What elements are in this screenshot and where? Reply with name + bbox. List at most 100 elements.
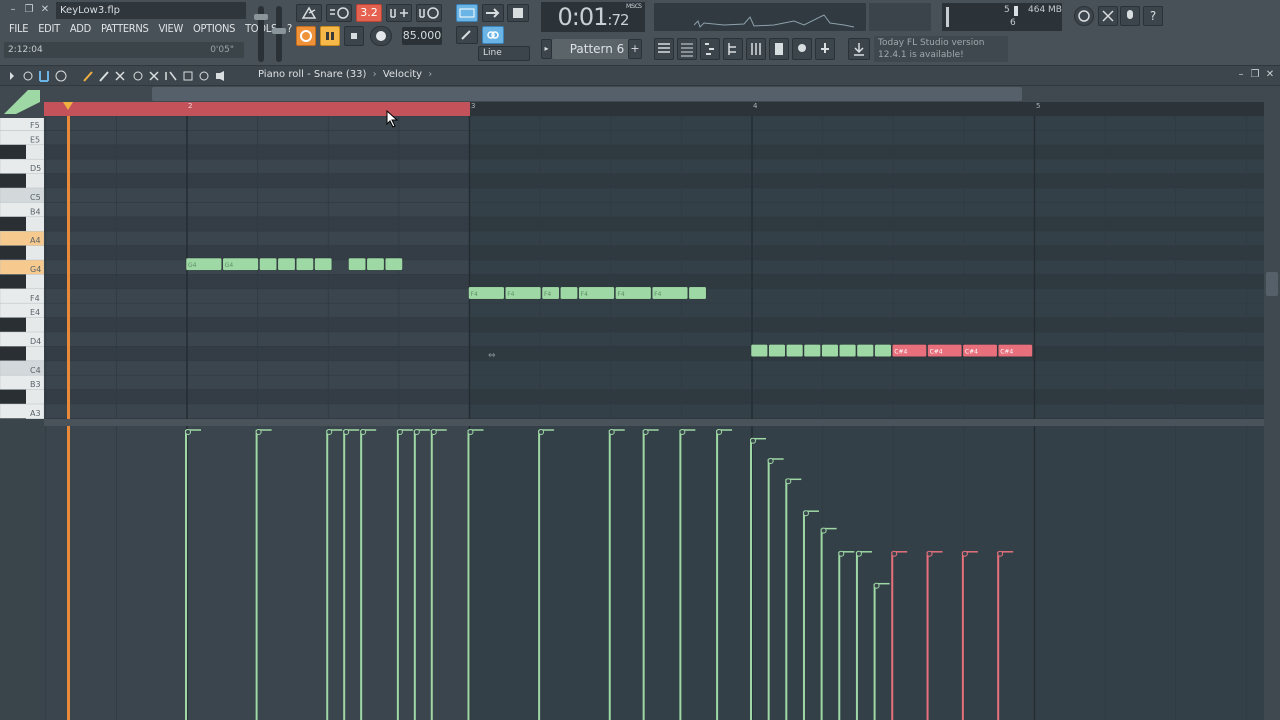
playhead-marker[interactable] [63, 102, 73, 110]
velocity-handle[interactable] [608, 429, 615, 435]
news-panel[interactable]: Today FL Studio version 12.4.1 is availa… [874, 36, 1008, 62]
velocity-handle[interactable] [642, 429, 649, 435]
velocity-handle[interactable] [855, 550, 862, 557]
menu-view[interactable]: VIEW [153, 21, 188, 37]
menu-add[interactable]: ADD [65, 21, 96, 37]
black-key[interactable] [0, 389, 26, 404]
blend-notes-button[interactable] [386, 4, 412, 22]
black-key[interactable] [0, 144, 26, 160]
cut-button[interactable] [1098, 6, 1118, 26]
stop-button[interactable] [344, 26, 364, 46]
tempo-tapper-button[interactable] [792, 38, 812, 60]
master-pitch-slider[interactable] [276, 6, 282, 62]
pencil-tool-icon[interactable] [83, 71, 93, 82]
velocity-handle[interactable] [873, 582, 880, 589]
vertical-scroll-thumb[interactable] [1266, 272, 1278, 296]
vertical-scrollbar[interactable] [1264, 86, 1280, 720]
song-position-display[interactable]: 0:01:72 M:S:CS [541, 2, 645, 32]
black-key[interactable] [0, 346, 26, 361]
loop-region[interactable] [44, 102, 470, 116]
restore-icon[interactable]: ❐ [22, 4, 36, 16]
pr-maximize-icon[interactable]: ❐ [1248, 69, 1262, 81]
velocity-handle[interactable] [997, 550, 1004, 557]
stamp-icon[interactable] [55, 70, 67, 82]
note-grid[interactable]: G4 G4 F4 F4 F4 F4 F4 F4 C#4 C#4 C#4 C#4 ⇔ [44, 116, 1264, 419]
note[interactable] [277, 257, 296, 271]
velocity-canvas[interactable] [44, 426, 1264, 720]
velocity-handle[interactable] [185, 429, 191, 435]
velocity-handle[interactable] [785, 478, 792, 485]
note[interactable] [348, 257, 367, 271]
zoom-corner[interactable] [0, 86, 44, 118]
paint-tool-icon[interactable] [99, 71, 109, 82]
black-key[interactable] [0, 245, 26, 260]
plugin-picker-button[interactable] [769, 38, 789, 60]
download-button[interactable] [848, 38, 870, 60]
pattern-song-toggle[interactable] [296, 26, 316, 46]
loop-record-button[interactable] [416, 4, 442, 22]
note[interactable] [821, 344, 839, 358]
velocity-handle[interactable] [802, 510, 809, 517]
menu-file[interactable]: FILE [4, 21, 33, 37]
piano-keys[interactable]: F5 E5 D5 C5 B4 A4 G4 F4 E4 D4 C4 B3 A3 [0, 118, 44, 419]
velocity-handle[interactable] [679, 429, 686, 435]
mixer-button[interactable] [746, 38, 766, 60]
multilink-button[interactable] [507, 4, 529, 22]
playlist-button[interactable] [654, 38, 674, 60]
note[interactable] [768, 344, 786, 358]
velocity-handle[interactable] [430, 429, 437, 435]
note[interactable] [839, 344, 857, 358]
note[interactable] [750, 344, 768, 358]
speaker-icon[interactable] [216, 71, 224, 81]
mute-tool-icon[interactable] [133, 71, 143, 81]
note[interactable] [803, 344, 821, 358]
target-param[interactable]: Velocity [383, 69, 422, 80]
velocity-handle[interactable] [255, 429, 262, 435]
countdown-button[interactable]: 3.2 [356, 4, 382, 22]
note[interactable] [856, 344, 874, 358]
undo-button[interactable] [1074, 6, 1094, 26]
pr-close-icon[interactable]: ✕ [1263, 69, 1277, 81]
tempo-display[interactable]: 85.000 [402, 27, 442, 45]
note[interactable] [384, 257, 403, 271]
velocity-handle[interactable] [360, 429, 367, 435]
horizontal-scroll-thumb[interactable] [152, 87, 1022, 101]
velocity-lane[interactable] [44, 426, 1264, 720]
master-pitch-knob[interactable] [272, 28, 286, 34]
velocity-handle[interactable] [396, 429, 403, 435]
velocity-handle[interactable] [961, 550, 968, 557]
add-pattern-button[interactable]: + [628, 39, 642, 59]
master-volume-knob[interactable] [254, 14, 268, 20]
menu-patterns[interactable]: PATTERNS [96, 21, 153, 37]
minimize-icon[interactable]: – [6, 4, 20, 16]
menu-options[interactable]: OPTIONS [188, 21, 240, 37]
delete-tool-icon[interactable] [115, 71, 125, 81]
velocity-handle[interactable] [767, 458, 774, 464]
snap-pencil-button[interactable] [456, 26, 478, 44]
pause-button[interactable] [320, 26, 340, 46]
note[interactable] [259, 257, 278, 271]
microphone-button[interactable] [1120, 6, 1140, 26]
black-key[interactable] [0, 173, 26, 188]
velocity-handle[interactable] [343, 429, 350, 435]
timeline-ruler[interactable]: 2 3 4 5 [44, 102, 1264, 116]
velocity-handle[interactable] [891, 550, 898, 557]
velocity-handle[interactable] [838, 550, 845, 557]
event-editor-splitter[interactable] [0, 419, 1280, 426]
piano-keyboard[interactable]: F5 E5 D5 C5 B4 A4 G4 F4 E4 D4 C4 B3 A3 [0, 118, 44, 419]
pr-minimize-icon[interactable]: – [1234, 69, 1248, 81]
options-arrow-icon[interactable] [10, 72, 14, 80]
velocity-handle[interactable] [326, 429, 333, 435]
touch-controller-button[interactable] [815, 38, 835, 60]
zoom-tool-icon[interactable] [183, 71, 193, 81]
link-button[interactable] [482, 26, 504, 44]
wrench-icon[interactable] [23, 71, 33, 81]
magnet-icon[interactable] [39, 71, 49, 82]
note[interactable] [314, 257, 333, 271]
wait-input-button[interactable] [326, 4, 352, 22]
note[interactable] [560, 286, 578, 300]
velocity-handle[interactable] [716, 429, 723, 435]
note[interactable] [786, 344, 804, 358]
piano-roll-button[interactable] [700, 38, 720, 60]
velocity-handle[interactable] [926, 550, 933, 557]
